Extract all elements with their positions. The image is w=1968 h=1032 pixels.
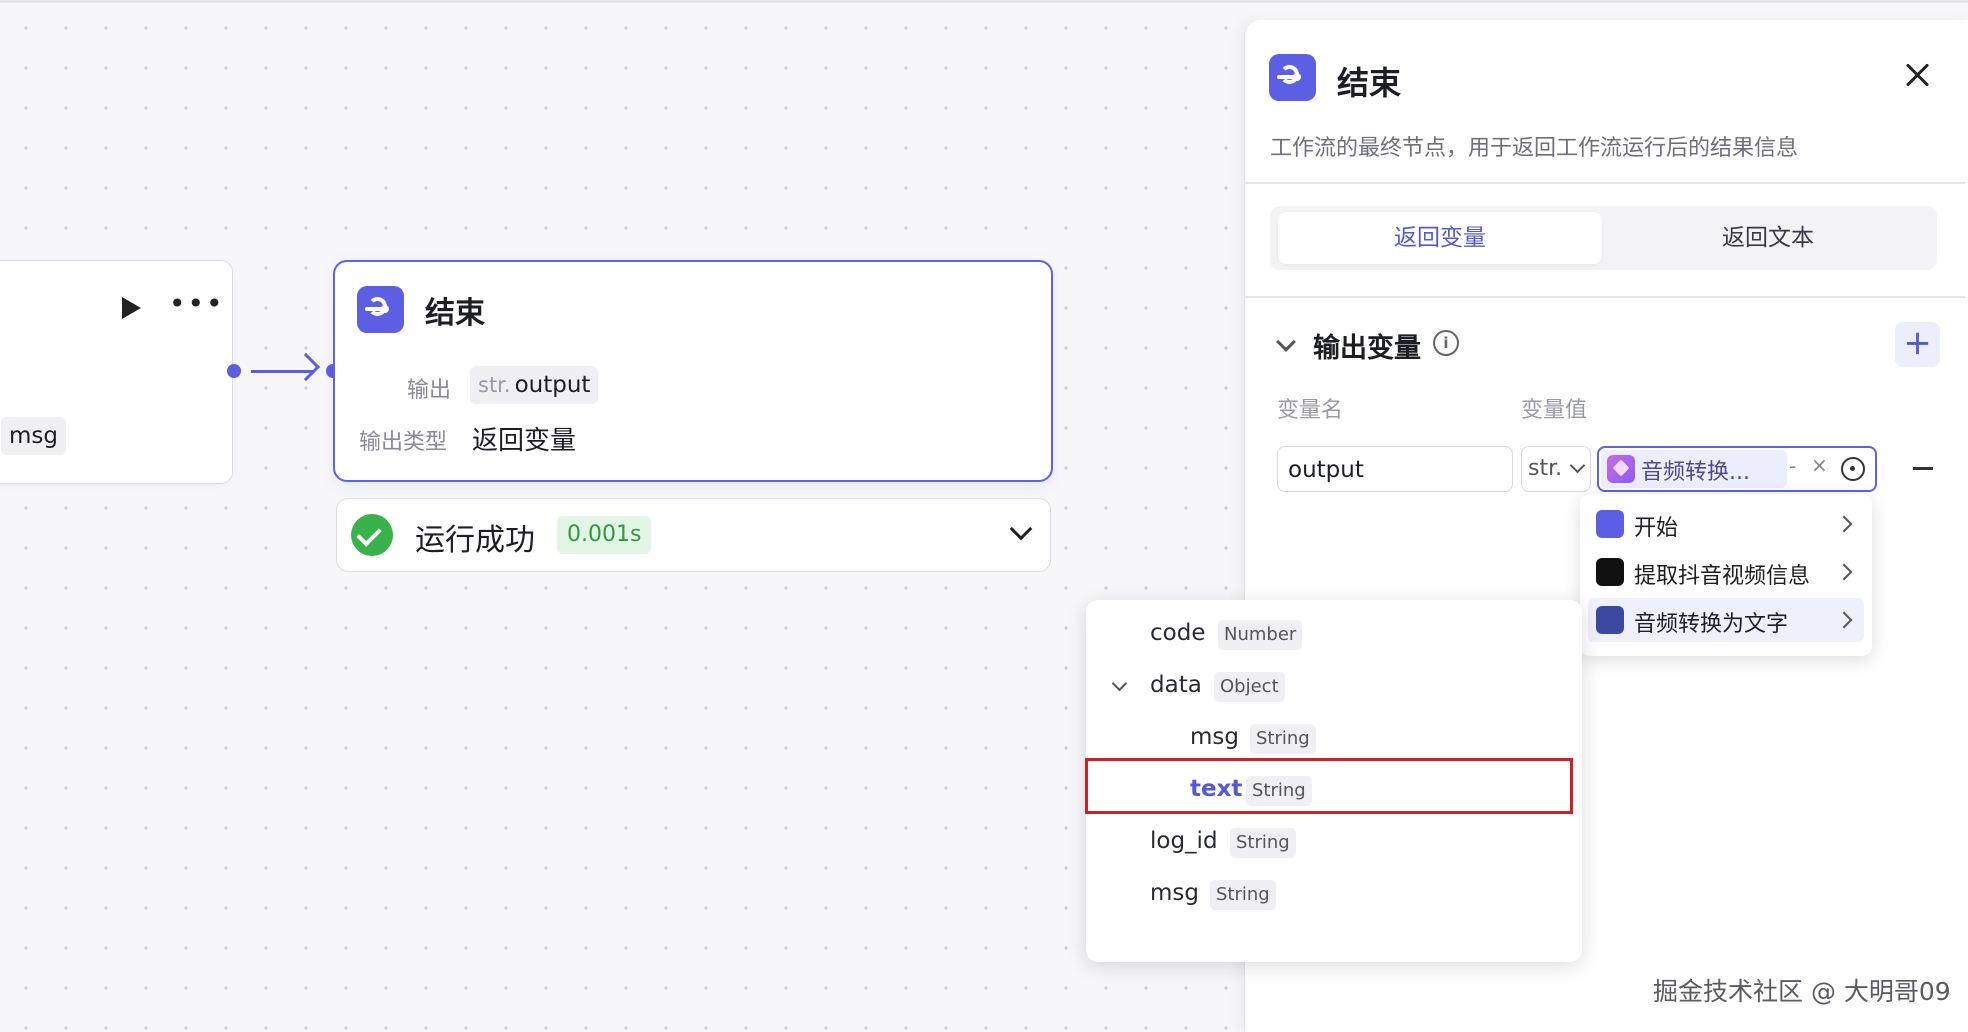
tree-var-type: Number	[1218, 620, 1303, 650]
variable-value-reference[interactable]: 音频转换... - ×	[1597, 446, 1877, 492]
reference-label: 音频转换...	[1641, 460, 1750, 485]
reference-tag: 音频转换...	[1601, 450, 1787, 488]
tiktok-icon	[1596, 558, 1624, 586]
tree-var-name: msg	[1190, 724, 1239, 750]
chevron-down-icon	[1569, 457, 1586, 474]
audio-plugin-icon	[1596, 606, 1624, 634]
node-picker-popover: 开始 提取抖音视频信息 音频转换为文字	[1580, 494, 1872, 656]
variable-tree-popover: code Number data Object msg String text …	[1085, 600, 1582, 962]
canvas-top-border	[0, 0, 1968, 3]
watermark: 掘金技术社区 @ 大明哥09	[1653, 977, 1951, 1006]
add-variable-button[interactable]: +	[1895, 322, 1940, 367]
run-status-bar[interactable]: 运行成功 0.001s	[336, 498, 1051, 572]
end-node-icon	[357, 286, 404, 333]
tree-row-data[interactable]: data Object	[1086, 664, 1582, 708]
variable-type-select[interactable]: str.	[1521, 446, 1591, 492]
return-mode-tabs: 返回变量 返回文本	[1270, 206, 1937, 270]
tree-row-data-msg[interactable]: msg String	[1086, 716, 1582, 760]
chevron-down-icon[interactable]	[1009, 517, 1033, 541]
output-kind-label: 输出类型	[359, 430, 448, 455]
variable-type-value: str.	[1528, 456, 1563, 481]
tab-return-text[interactable]: 返回文本	[1606, 212, 1930, 264]
output-port[interactable]	[227, 364, 241, 378]
tree-var-name: data	[1150, 672, 1202, 698]
node-option-tiktok[interactable]: 提取抖音视频信息	[1588, 550, 1864, 594]
tree-row-log-id[interactable]: log_id String	[1086, 820, 1582, 864]
run-time-badge: 0.001s	[557, 516, 652, 554]
node-option-label: 开始	[1634, 516, 1679, 541]
tree-var-type: Object	[1214, 672, 1285, 702]
prev-output-tag: msg	[1, 417, 66, 455]
output-label: 输出	[407, 378, 452, 403]
end-node-title: 结束	[425, 296, 485, 331]
output-kind-value: 返回变量	[472, 426, 577, 456]
tab-return-variable[interactable]: 返回变量	[1278, 212, 1602, 264]
play-icon[interactable]	[122, 297, 141, 319]
node-option-label: 提取抖音视频信息	[1634, 564, 1811, 589]
target-select-icon[interactable]	[1841, 457, 1865, 481]
clear-reference-icon[interactable]: ×	[1811, 453, 1828, 477]
collapse-chevron-icon[interactable]	[1276, 332, 1296, 352]
more-icon[interactable]: •••	[169, 287, 225, 320]
chevron-right-icon	[1835, 611, 1853, 629]
tree-var-name: code	[1150, 620, 1206, 646]
end-node-card[interactable]: 结束 输出 str. output 输出类型 返回变量	[333, 260, 1053, 482]
tree-var-type: String	[1250, 724, 1316, 754]
info-icon[interactable]: i	[1433, 330, 1459, 356]
chevron-right-icon	[1835, 515, 1853, 533]
close-icon[interactable]	[1900, 58, 1934, 92]
output-type: str.	[478, 373, 511, 397]
divider	[1245, 182, 1965, 184]
node-option-audio-to-text[interactable]: 音频转换为文字	[1588, 598, 1864, 642]
tree-row-data-text[interactable]: text String	[1086, 768, 1582, 812]
node-option-start[interactable]: 开始	[1588, 502, 1864, 546]
section-title: 输出变量	[1313, 333, 1421, 364]
variable-name-input[interactable]: output	[1277, 446, 1513, 492]
column-variable-name: 变量名	[1277, 398, 1344, 423]
remove-variable-icon[interactable]	[1913, 467, 1933, 470]
start-icon	[1596, 510, 1624, 538]
tree-var-type: String	[1246, 776, 1312, 806]
tree-var-type: String	[1230, 828, 1296, 858]
divider	[1245, 296, 1965, 298]
panel-end-icon	[1269, 54, 1316, 101]
plugin-cube-icon	[1607, 455, 1635, 483]
panel-description: 工作流的最终节点，用于返回工作流运行后的结果信息	[1270, 136, 1799, 161]
success-check-icon	[351, 514, 393, 556]
tree-var-name: msg	[1150, 880, 1199, 906]
tree-var-type: String	[1210, 880, 1276, 910]
node-option-label: 音频转换为文字	[1634, 612, 1789, 637]
column-variable-value: 变量值	[1521, 398, 1588, 423]
output-chip: str. output	[470, 366, 599, 404]
tree-row-code[interactable]: code Number	[1086, 612, 1582, 656]
tree-var-name: log_id	[1150, 828, 1218, 854]
run-status-text: 运行成功	[415, 523, 535, 558]
previous-workflow-node[interactable]: ••• msg	[0, 260, 233, 484]
panel-title: 结束	[1337, 64, 1402, 102]
tree-var-name: text	[1190, 776, 1243, 802]
chevron-down-icon[interactable]	[1111, 675, 1128, 692]
chevron-right-icon	[1835, 563, 1853, 581]
output-name: output	[514, 372, 591, 398]
reference-dash: -	[1789, 454, 1797, 478]
arrow-head-icon	[291, 352, 321, 382]
tree-row-msg[interactable]: msg String	[1086, 872, 1582, 916]
